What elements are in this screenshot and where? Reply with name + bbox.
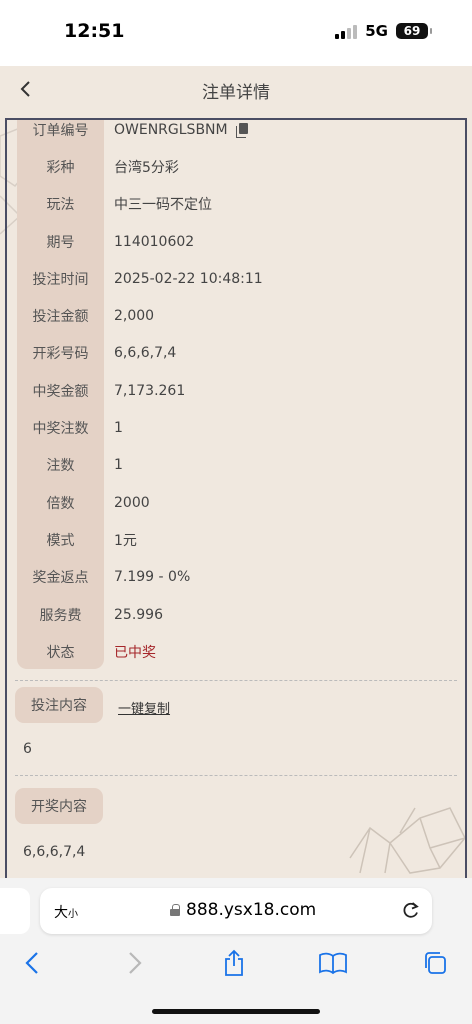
chevron-right-icon: [129, 952, 142, 974]
row-label: 中奖注数: [32, 421, 89, 438]
draw-content-value: 6,6,6,7,4: [23, 844, 86, 860]
order-detail-page: 注单详情 订单编号 OWENRGLSBNM 彩种 台湾5分彩 玩法 中三一码不定…: [0, 66, 472, 878]
row-value: 2000: [114, 494, 150, 511]
row-value: 114010602: [114, 233, 195, 250]
detail-panel[interactable]: 订单编号 OWENRGLSBNM 彩种 台湾5分彩 玩法 中三一码不定位 期号 …: [5, 118, 467, 878]
status-bar: 12:51 5G 69: [0, 0, 472, 66]
detail-row-service-fee: 服务费 25.996: [17, 596, 462, 633]
text-size-large: 大: [54, 905, 68, 921]
detail-row-win-amount: 中奖金额 7,173.261: [17, 372, 462, 409]
detail-row-issue: 期号 114010602: [17, 223, 462, 260]
tabs-button[interactable]: [420, 948, 450, 978]
status-time: 12:51: [64, 20, 125, 42]
row-value: 7,173.261: [114, 382, 186, 399]
row-label: 玩法: [46, 197, 75, 214]
browser-chrome: 大小 888.ysx18.com: [0, 878, 472, 1024]
row-value: 1元: [114, 532, 137, 549]
row-value: 2025-02-22 10:48:11: [114, 270, 263, 287]
lock-icon: [170, 904, 180, 916]
copy-all-link[interactable]: 一键复制: [118, 698, 170, 717]
address-bar[interactable]: 大小 888.ysx18.com: [40, 888, 432, 934]
row-label: 模式: [46, 532, 75, 549]
row-value: 6,6,6,7,4: [114, 345, 177, 362]
text-size-button[interactable]: 大小: [54, 902, 78, 922]
bookmarks-button[interactable]: [318, 948, 348, 978]
browser-toolbar: [0, 944, 472, 984]
detail-row-lottery: 彩种 台湾5分彩: [17, 148, 462, 185]
detail-row-bets: 注数 1: [17, 447, 462, 484]
detail-row-order-no: 订单编号 OWENRGLSBNM: [17, 120, 462, 148]
network-type: 5G: [365, 22, 388, 40]
row-value: 台湾5分彩: [114, 159, 179, 176]
bet-content-value: 6: [23, 741, 32, 757]
row-label: 服务费: [39, 607, 82, 624]
detail-row-draw-number: 开彩号码 6,6,6,7,4: [17, 335, 462, 372]
detail-list: 订单编号 OWENRGLSBNM 彩种 台湾5分彩 玩法 中三一码不定位 期号 …: [17, 120, 462, 670]
detail-row-bet-amount: 投注金额 2,000: [17, 297, 462, 334]
row-value: 中三一码不定位: [114, 197, 212, 214]
reload-button[interactable]: [402, 900, 420, 924]
detail-row-play: 玩法 中三一码不定位: [17, 186, 462, 223]
row-label: 奖金返点: [32, 570, 89, 587]
detail-row-status: 状态 已中奖: [17, 633, 462, 670]
row-label: 倍数: [46, 495, 75, 512]
row-label: 投注金额: [32, 309, 89, 326]
row-value: 25.996: [114, 606, 163, 623]
detail-row-multiplier: 倍数 2000: [17, 484, 462, 521]
row-value: 2,000: [114, 308, 155, 325]
bet-content-label: 投注内容: [15, 687, 103, 723]
url-text: 888.ysx18.com: [186, 900, 317, 920]
text-size-small: 小: [68, 909, 78, 920]
row-label: 中奖金额: [32, 383, 89, 400]
row-label: 期号: [46, 234, 75, 251]
row-value: 1: [114, 420, 123, 437]
divider: [15, 680, 457, 681]
browser-forward-button[interactable]: [120, 948, 150, 978]
page-title: 注单详情: [202, 83, 270, 103]
draw-content-label: 开奖内容: [15, 788, 103, 824]
cellular-signal-icon: [335, 24, 358, 39]
detail-row-win-bets: 中奖注数 1: [17, 409, 462, 446]
divider: [15, 775, 457, 776]
row-label: 开彩号码: [32, 346, 89, 363]
copy-icon[interactable]: [235, 122, 248, 138]
reload-icon: [403, 902, 419, 918]
status-indicators: 5G 69: [335, 22, 432, 40]
book-icon: [319, 952, 347, 975]
nav-bar: 注单详情: [0, 66, 472, 116]
row-value: 1: [114, 457, 123, 474]
row-label: 投注时间: [32, 271, 89, 288]
share-icon: [225, 949, 243, 976]
row-label: 订单编号: [32, 122, 89, 139]
browser-back-button[interactable]: [17, 948, 47, 978]
detail-row-mode: 模式 1元: [17, 521, 462, 558]
order-number: OWENRGLSBNM: [114, 121, 228, 138]
row-label: 状态: [46, 644, 75, 661]
detail-row-rebate: 奖金返点 7.199 - 0%: [17, 559, 462, 596]
row-label: 彩种: [46, 159, 75, 176]
battery-icon: 69: [396, 23, 432, 39]
url-display[interactable]: 888.ysx18.com: [170, 900, 316, 920]
tabs-icon: [425, 952, 446, 974]
row-value: 7.199 - 0%: [114, 569, 191, 586]
detail-row-bet-time: 投注时间 2025-02-22 10:48:11: [17, 260, 462, 297]
row-label: 注数: [46, 458, 75, 475]
share-button[interactable]: [219, 948, 249, 978]
previous-tab-card[interactable]: [0, 888, 30, 934]
status-badge: 已中奖: [114, 644, 156, 661]
home-indicator: [152, 1009, 320, 1014]
chevron-left-icon: [25, 952, 38, 974]
